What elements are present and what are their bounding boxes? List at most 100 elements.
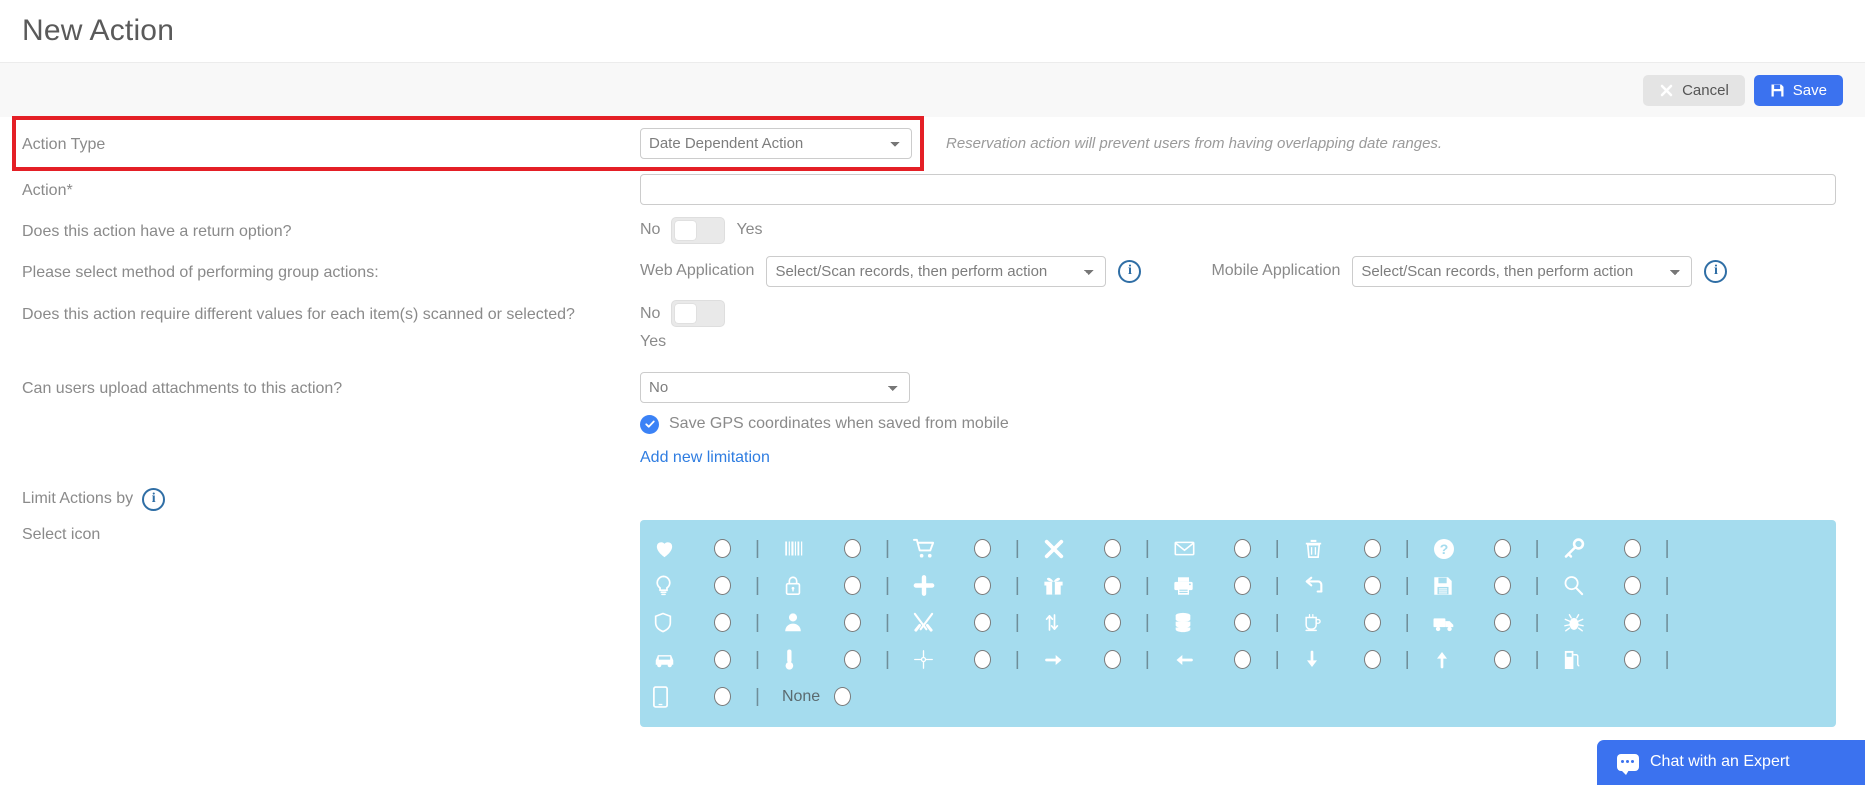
row-different-values: Does this action require different value… [0,292,1865,367]
mug-icon [1302,611,1364,634]
question-circle-icon: ? [1432,537,1494,561]
action-type-label: Action Type [22,135,106,153]
select-icon-none-label: None [781,687,821,705]
icon-picker-panel: | | | | | | ? | | | | | | | | | | | | | … [640,520,1836,727]
icon-radio[interactable] [1103,539,1121,558]
cancel-button-label: Cancel [1682,81,1729,99]
times-icon [1042,538,1104,560]
icon-radio[interactable] [1623,576,1641,595]
icon-radio[interactable] [1493,539,1511,558]
row-action-name: Action* [0,169,1865,210]
icon-radio[interactable] [1493,613,1511,632]
icon-radio[interactable] [714,687,731,706]
icon-radio[interactable] [973,539,991,558]
icon-radio[interactable] [714,576,731,595]
mobile-application-select[interactable]: Select/Scan records, then perform action [1352,255,1693,287]
icon-radio[interactable] [1493,650,1511,669]
row-group-actions: Please select method of performing group… [0,250,1865,292]
return-option-label: Does this action have a return option? [22,222,292,240]
info-icon[interactable]: i [1704,259,1728,283]
web-application-group: Web Application Select/Scan records, the… [640,255,1142,287]
page-header: New Action [0,0,1865,62]
add-new-limitation-link[interactable]: Add new limitation [640,449,770,467]
icon-radio[interactable] [1363,539,1381,558]
envelope-icon [1172,538,1234,559]
icon-radio[interactable] [714,650,731,669]
icon-radio[interactable] [843,576,861,595]
info-icon[interactable]: i [1118,259,1142,283]
gas-pump-icon [1562,648,1624,671]
floppy-save-icon [1770,83,1785,98]
svg-text:?: ? [1439,541,1448,557]
gift-icon [1042,574,1104,597]
toggle-knob [675,220,697,240]
icon-radio[interactable] [973,576,991,595]
icon-radio[interactable] [1103,650,1121,669]
action-type-hint: Reservation action will prevent users fr… [946,134,1443,152]
icon-radio[interactable] [1363,576,1381,595]
icon-radio[interactable] [1623,613,1641,632]
return-option-off-label: No [640,221,661,238]
icon-radio-none[interactable] [834,687,852,706]
action-type-select[interactable]: Date Dependent Action [640,127,912,159]
icon-radio[interactable] [1233,576,1251,595]
toggle-knob [675,304,697,323]
user-icon [782,611,844,634]
select-icon-label: Select icon [22,526,101,543]
row-select-icon: Select icon | | | | | | ? | | | | | | | … [0,520,1865,727]
plus-icon [912,574,974,597]
action-name-input[interactable] [640,174,1836,205]
icon-radio[interactable] [1233,613,1251,632]
icon-radio[interactable] [1233,650,1251,669]
gps-checkbox[interactable]: Save GPS coordinates when saved from mob… [640,414,1009,434]
gps-checkbox-label: Save GPS coordinates when saved from mob… [669,415,1009,432]
limit-actions-label: Limit Actions by [22,490,134,508]
icon-radio[interactable] [1493,576,1511,595]
icon-radio[interactable] [1623,650,1641,669]
icon-radio[interactable] [1103,576,1121,595]
group-actions-label: Please select method of performing group… [22,263,379,281]
row-attachments: Can users upload attachments to this act… [0,367,1865,407]
icon-grid-row: | | | | | | ? | | [652,530,1830,567]
lock-icon [782,574,844,597]
action-form: Action Type Date Dependent Action Reserv… [0,117,1865,727]
icon-radio[interactable] [714,613,731,632]
attachments-select[interactable]: No [640,371,910,403]
return-option-toggle[interactable] [671,216,726,244]
icon-grid-row: | | | | | | | | [652,567,1830,604]
icon-grid-row: | | | | | | | | [652,604,1830,641]
save-button[interactable]: Save [1753,74,1843,106]
icon-radio[interactable] [973,650,991,669]
print-icon [1172,575,1234,597]
info-icon[interactable]: i [142,487,166,511]
icon-radio[interactable] [1363,650,1381,669]
chat-icon [1617,753,1639,775]
icon-radio[interactable] [973,613,991,632]
icon-radio[interactable] [1363,613,1381,632]
arrow-right-icon [1042,650,1104,670]
crosshairs-icon [912,649,974,670]
different-values-off-label: No [640,304,661,322]
different-values-label: Does this action require different value… [22,306,575,323]
icon-radio[interactable] [843,613,861,632]
web-application-select[interactable]: Select/Scan records, then perform action [766,255,1107,287]
lightbulb-icon [652,574,714,597]
icon-grid-row: | | | | | | | | [652,641,1830,678]
different-values-on-label: Yes [640,333,667,350]
check-icon [640,414,659,434]
sort-arrows-icon [1042,611,1104,634]
icon-radio[interactable] [843,650,861,669]
mobile-application-label: Mobile Application [1211,262,1341,279]
icon-radio[interactable] [1623,539,1641,558]
icon-radio[interactable] [843,539,861,558]
page-title: New Action [22,14,175,47]
close-icon [1659,83,1674,98]
database-icon [1172,611,1234,634]
web-application-label: Web Application [640,262,755,279]
chat-with-expert-button[interactable]: Chat with an Expert [1597,740,1865,785]
different-values-toggle[interactable] [671,300,726,327]
icon-radio[interactable] [714,539,731,558]
cancel-button[interactable]: Cancel [1643,74,1745,106]
icon-radio[interactable] [1103,613,1121,632]
icon-radio[interactable] [1233,539,1251,558]
